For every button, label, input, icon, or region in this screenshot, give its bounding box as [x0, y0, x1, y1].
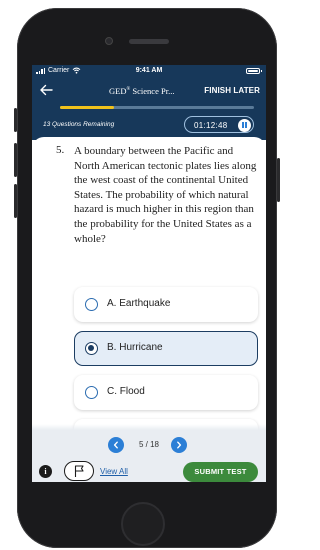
answer-option-label: A. Earthquake [107, 298, 171, 309]
app-screen: Carrier 9:41 AM GED® Science Pr... FINIS… [32, 65, 266, 482]
status-bar: Carrier 9:41 AM [32, 65, 266, 77]
questions-remaining-label: 13 Questions Remaining [43, 121, 115, 128]
nav-bar: GED® Science Pr... FINISH LATER [32, 81, 266, 101]
next-question-button[interactable] [171, 437, 187, 453]
earpiece-speaker [129, 39, 169, 44]
answer-option-label: B. Hurricane [107, 342, 163, 353]
progress-bar [60, 106, 254, 109]
nav-title-text: GED [109, 86, 127, 96]
pause-button[interactable] [238, 118, 251, 132]
phone-power-button [277, 158, 280, 202]
home-button[interactable] [121, 502, 165, 546]
flag-icon [74, 465, 84, 477]
answer-option-label: C. Flood [107, 386, 145, 397]
finish-later-button[interactable]: FINISH LATER [204, 86, 260, 95]
pager-position: 5 / 18 [138, 440, 159, 449]
radio-selected-dot [88, 345, 95, 352]
view-all-link[interactable]: View All [100, 467, 128, 476]
question-text: A boundary between the Pacific and North… [74, 145, 257, 245]
bottom-bar: 5 / 18 i View All SUBMIT TEST [32, 424, 266, 482]
question-pager: 5 / 18 [32, 437, 266, 453]
flag-button[interactable] [64, 461, 94, 481]
previous-question-button[interactable] [108, 437, 124, 453]
answer-option-c[interactable]: C. Flood [74, 375, 258, 410]
back-arrow-icon[interactable] [39, 84, 55, 98]
status-time: 9:41 AM [135, 67, 163, 74]
battery-icon [246, 68, 262, 74]
info-icon[interactable]: i [39, 465, 52, 478]
question-number: 5. [56, 144, 65, 156]
phone-volume-down-button [14, 184, 17, 218]
nav-title-rest: Science Pr... [130, 86, 175, 96]
answer-option-a[interactable]: A. Earthquake [74, 287, 258, 322]
radio-button-c[interactable] [85, 386, 98, 399]
answer-option-b[interactable]: B. Hurricane [74, 331, 258, 366]
front-camera [105, 37, 113, 45]
chevron-left-icon [113, 441, 118, 449]
chevron-right-icon [177, 441, 182, 449]
progress-bar-fill [60, 106, 115, 109]
timer-text: 01:12:48 [194, 121, 228, 130]
app-header: Carrier 9:41 AM GED® Science Pr... FINIS… [32, 65, 266, 140]
radio-button-b[interactable] [85, 342, 98, 355]
radio-button-a[interactable] [85, 298, 98, 311]
nav-title: GED® Science Pr... [109, 86, 174, 96]
phone-volume-up-button [14, 143, 17, 177]
pause-icon [242, 122, 244, 128]
timer-pill: 01:12:48 [184, 116, 254, 133]
phone-side-button [14, 108, 17, 132]
submit-test-button[interactable]: SUBMIT TEST [183, 462, 258, 482]
